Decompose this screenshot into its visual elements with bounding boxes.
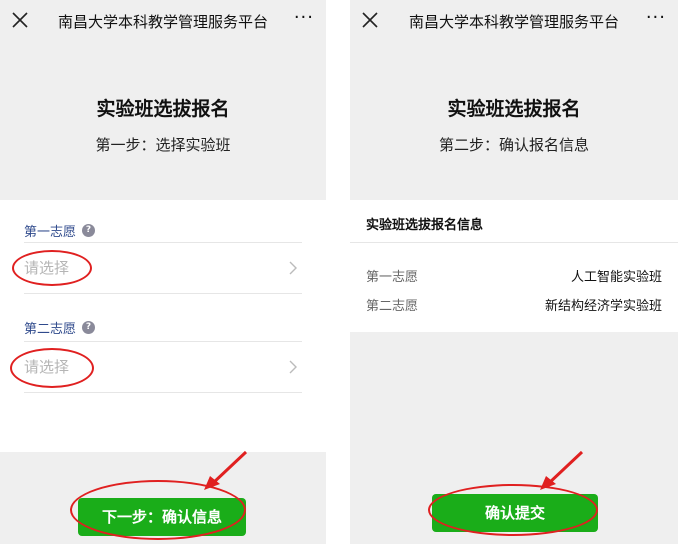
help-icon[interactable]: ? — [82, 224, 96, 237]
page-title: 实验班选拔报名 — [96, 98, 230, 120]
chevron-right-icon — [289, 261, 297, 275]
page-title: 实验班选拔报名 — [447, 98, 581, 120]
second-choice-label-text: 第二志愿 — [24, 322, 77, 337]
info-value: 新结构经济学实验班 — [544, 299, 662, 314]
chevron-right-icon — [289, 360, 297, 374]
divider — [24, 392, 302, 393]
info-title: 实验班选拔报名信息 — [366, 218, 484, 233]
second-choice-select[interactable]: 请选择 — [24, 341, 302, 392]
next-step-button[interactable]: 下一步：确认信息 — [78, 498, 246, 536]
more-icon[interactable]: ··· — [294, 7, 314, 28]
confirm-submit-button[interactable]: 确认提交 — [432, 494, 598, 532]
nav-bar: 南昌大学本科教学管理服务平台 ··· — [0, 0, 326, 44]
more-icon[interactable]: ··· — [646, 7, 666, 28]
second-choice-placeholder: 请选择 — [24, 358, 70, 376]
step1-panel: 南昌大学本科教学管理服务平台 ··· 实验班选拔报名 第一步：选择实验班 第一志… — [0, 0, 326, 544]
first-choice-label: 第一志愿 ? — [24, 221, 96, 240]
first-choice-label-text: 第一志愿 — [24, 225, 77, 240]
annotation-arrow-icon — [204, 450, 248, 490]
annotation-arrow-icon — [540, 450, 584, 490]
nav-title: 南昌大学本科教学管理服务平台 — [408, 13, 619, 31]
first-choice-placeholder: 请选择 — [24, 259, 70, 277]
step2-panel: 南昌大学本科教学管理服务平台 ··· 实验班选拔报名 第二步：确认报名信息 实验… — [350, 0, 678, 544]
info-value: 人工智能实验班 — [570, 270, 662, 285]
step-subtitle: 第一步：选择实验班 — [95, 136, 231, 154]
nav-bar: 南昌大学本科教学管理服务平台 ··· — [350, 0, 678, 44]
divider — [350, 242, 678, 243]
info-key: 第二志愿 — [366, 299, 419, 314]
help-icon[interactable]: ? — [82, 321, 96, 334]
step-subtitle: 第二步：确认报名信息 — [438, 136, 589, 154]
divider — [24, 293, 302, 294]
second-choice-label: 第二志愿 ? — [24, 318, 96, 337]
info-key: 第一志愿 — [366, 270, 419, 285]
nav-title: 南昌大学本科教学管理服务平台 — [57, 13, 268, 31]
first-choice-select[interactable]: 请选择 — [24, 242, 302, 293]
form-card: 第一志愿 ? 请选择 第二志愿 ? 请选择 — [0, 200, 326, 452]
